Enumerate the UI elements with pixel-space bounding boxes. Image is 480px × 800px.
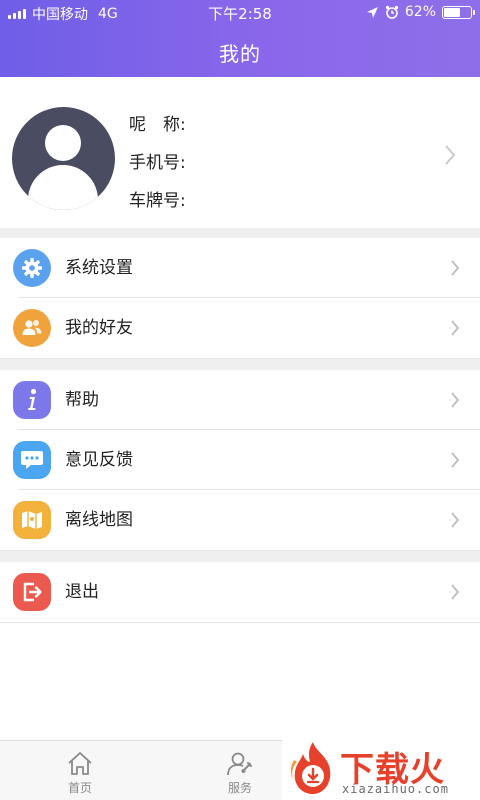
chevron-right-icon (451, 452, 460, 468)
logout-icon (13, 573, 51, 611)
info-icon (13, 381, 51, 419)
header: 中国移动 4G 下午2:58 62% 我的 (0, 0, 480, 77)
watermark: 下载火 xiazaihuo.com (282, 738, 480, 800)
chevron-right-icon (451, 320, 460, 336)
friends-icon (13, 309, 51, 347)
chevron-right-icon (445, 145, 456, 165)
logout-group: 退出 (0, 562, 480, 623)
avatar-placeholder-icon[interactable] (12, 107, 115, 210)
service-person-icon (227, 752, 252, 776)
menu-label: 离线地图 (65, 510, 133, 530)
tab-label: 首页 (67, 781, 92, 795)
menu-label: 我的好友 (65, 318, 133, 338)
chevron-right-icon (451, 260, 460, 276)
chevron-right-icon (451, 392, 460, 408)
flame-logo-icon (290, 742, 331, 794)
menu-label: 系统设置 (65, 258, 133, 278)
battery-percent: 62% (404, 4, 436, 20)
home-icon (68, 752, 92, 775)
gear-icon (13, 249, 51, 287)
status-bar: 中国移动 4G 下午2:58 62% (0, 0, 480, 24)
menu-label: 帮助 (65, 390, 99, 410)
tab-home[interactable]: 首页 (0, 741, 160, 800)
chat-bubble-icon (13, 441, 51, 479)
battery-icon (442, 5, 475, 19)
menu-item-offline-map[interactable]: 离线地图 (0, 490, 480, 550)
profile-info: 呢 称: 手机号: 车牌号: (129, 107, 186, 221)
section-divider (0, 551, 480, 562)
alarm-icon (385, 5, 398, 19)
map-icon (13, 501, 51, 539)
settings-group: 系统设置 我的好友 (0, 238, 480, 359)
menu-item-help[interactable]: 帮助 (0, 370, 480, 430)
section-divider (0, 359, 480, 370)
watermark-domain: xiazaihuo.com (342, 782, 449, 796)
page-title: 我的 (219, 42, 261, 66)
chevron-right-icon (451, 512, 460, 528)
menu-item-feedback[interactable]: 意见反馈 (0, 430, 480, 490)
menu-item-settings[interactable]: 系统设置 (0, 238, 480, 298)
menu-label: 退出 (65, 582, 99, 602)
menu-item-friends[interactable]: 我的好友 (0, 298, 480, 358)
phone-label: 手机号: (129, 153, 186, 173)
support-group: 帮助 意见反馈 离线地图 (0, 370, 480, 551)
menu-label: 意见反馈 (65, 450, 133, 470)
chevron-right-icon (451, 584, 460, 600)
section-divider (0, 228, 480, 238)
profile-card[interactable]: 呢 称: 手机号: 车牌号: (0, 77, 480, 228)
plate-label: 车牌号: (129, 191, 186, 211)
location-arrow-icon (366, 6, 378, 18)
nickname-label: 呢 称: (129, 115, 186, 135)
menu-item-logout[interactable]: 退出 (0, 562, 480, 622)
